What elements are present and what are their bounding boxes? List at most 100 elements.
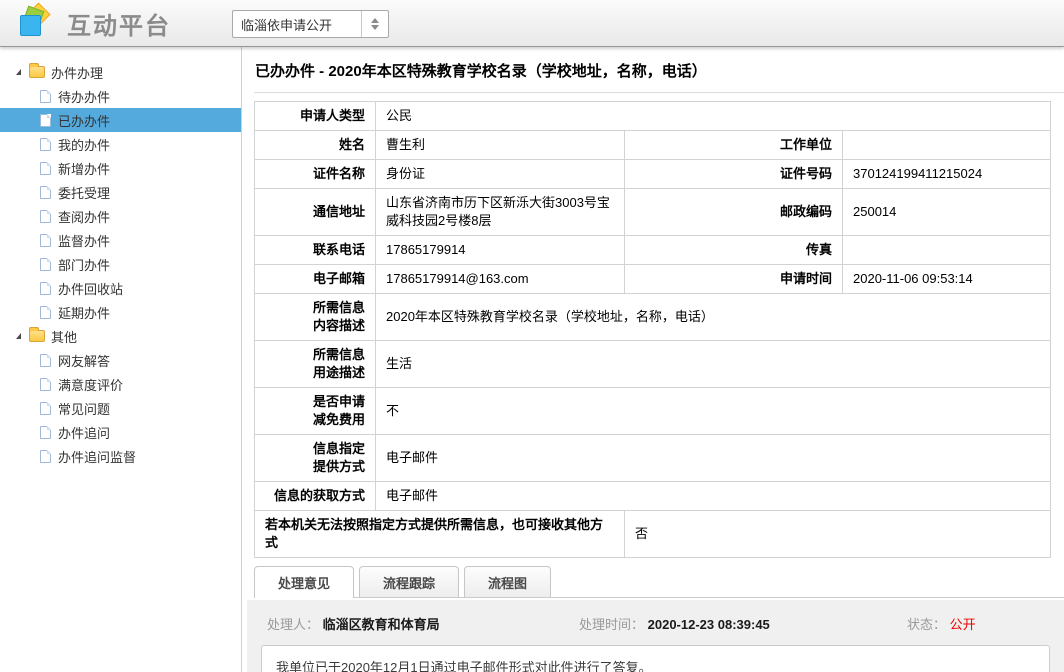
field-label: 是否申请 减免费用 — [255, 388, 376, 435]
platform-logo-icon — [17, 5, 53, 41]
field-value: 17865179914 — [376, 236, 625, 265]
field-value: 生活 — [376, 341, 1051, 388]
field-value: 电子邮件 — [376, 435, 1051, 482]
site-select-dropdown[interactable]: 临淄依申请公开 — [232, 10, 389, 38]
detail-row: 所需信息 内容描述2020年本区特殊教育学校名录（学校地址，名称，电话） — [255, 294, 1051, 341]
field-label: 传真 — [625, 236, 843, 265]
content-area: 办件办理待办办件已办办件我的办件新增办件委托受理查阅办件监督办件部门办件办件回收… — [0, 47, 1064, 672]
site-select-value: 临淄依申请公开 — [233, 15, 361, 34]
field-label: 信息的获取方式 — [255, 482, 376, 511]
document-icon — [40, 234, 51, 247]
field-value: 曹生利 — [376, 131, 625, 160]
detail-row: 是否申请 减免费用不 — [255, 388, 1051, 435]
sidebar-item-0-2[interactable]: 我的办件 — [0, 132, 241, 156]
detail-table: 申请人类型公民姓名曹生利工作单位证件名称身份证证件号码3701241994112… — [254, 101, 1051, 558]
detail-row: 若本机关无法按照指定方式提供所需信息，也可接收其他方式否 — [255, 511, 1051, 558]
sidebar-item-label: 网友解答 — [58, 351, 110, 370]
sidebar-item-label: 办件追问监督 — [58, 447, 136, 466]
sidebar-tree: 办件办理待办办件已办办件我的办件新增办件委托受理查阅办件监督办件部门办件办件回收… — [0, 47, 242, 672]
sidebar-item-0-4[interactable]: 委托受理 — [0, 180, 241, 204]
handle-time-value: 2020-12-23 08:39:45 — [648, 617, 770, 632]
sidebar-item-label: 已办办件 — [58, 111, 110, 130]
field-label: 通信地址 — [255, 189, 376, 236]
sidebar-item-0-5[interactable]: 查阅办件 — [0, 204, 241, 228]
folder-icon — [29, 330, 45, 342]
expand-caret-icon — [16, 69, 21, 75]
status-group: 状态： 公开 — [907, 614, 976, 633]
field-value: 电子邮件 — [376, 482, 1051, 511]
sidebar-item-1-2[interactable]: 常见问题 — [0, 396, 241, 420]
sidebar-item-label: 监督办件 — [58, 231, 110, 250]
status-badge: 公开 — [950, 617, 976, 632]
sidebar-item-0-0[interactable]: 待办办件 — [0, 84, 241, 108]
field-label: 邮政编码 — [625, 189, 843, 236]
document-icon — [40, 162, 51, 175]
field-value: 不 — [376, 388, 1051, 435]
opinion-panel: 处理人： 临淄区教育和体育局 处理时间： 2020-12-23 08:39:45… — [247, 600, 1064, 672]
field-label: 工作单位 — [625, 131, 843, 160]
main-panel: 已办办件 - 2020年本区特殊教育学校名录（学校地址，名称，电话） 申请人类型… — [242, 47, 1064, 672]
sidebar-item-0-8[interactable]: 办件回收站 — [0, 276, 241, 300]
reply-text-box: 我单位已于2020年12月1日通过电子邮件形式对此件进行了答复。 — [261, 645, 1050, 672]
sidebar-item-label: 满意度评价 — [58, 375, 123, 394]
field-value: 公民 — [376, 102, 1051, 131]
detail-row: 通信地址山东省济南市历下区新泺大街3003号宝威科技园2号楼8层邮政编码2500… — [255, 189, 1051, 236]
sidebar-item-1-0[interactable]: 网友解答 — [0, 348, 241, 372]
field-value: 山东省济南市历下区新泺大街3003号宝威科技园2号楼8层 — [376, 189, 625, 236]
detail-row: 联系电话17865179914传真 — [255, 236, 1051, 265]
field-label: 姓名 — [255, 131, 376, 160]
sidebar-item-label: 延期办件 — [58, 303, 110, 322]
sidebar-item-label: 办件追问 — [58, 423, 110, 442]
tab-1[interactable]: 流程跟踪 — [359, 566, 459, 597]
field-value: 250014 — [843, 189, 1051, 236]
field-label: 申请时间 — [625, 265, 843, 294]
field-label: 所需信息 用途描述 — [255, 341, 376, 388]
handler-group: 处理人： 临淄区教育和体育局 — [267, 614, 579, 633]
app-title: 互动平台 — [67, 6, 171, 41]
document-icon — [40, 282, 51, 295]
field-value: 否 — [625, 511, 1051, 558]
field-value — [843, 131, 1051, 160]
page-title: 已办办件 - 2020年本区特殊教育学校名录（学校地址，名称，电话） — [254, 47, 1064, 93]
sidebar-group-label: 其他 — [51, 327, 77, 346]
app-header: 互动平台 临淄依申请公开 — [0, 0, 1064, 47]
tab-2[interactable]: 流程图 — [464, 566, 551, 597]
sidebar-item-1-3[interactable]: 办件追问 — [0, 420, 241, 444]
field-value: 身份证 — [376, 160, 625, 189]
field-value: 2020-11-06 09:53:14 — [843, 265, 1051, 294]
handler-value: 临淄区教育和体育局 — [323, 617, 440, 632]
sidebar-item-0-9[interactable]: 延期办件 — [0, 300, 241, 324]
sidebar-item-label: 新增办件 — [58, 159, 110, 178]
arrow-down-icon — [371, 25, 379, 30]
detail-row: 申请人类型公民 — [255, 102, 1051, 131]
sidebar-item-label: 办件回收站 — [58, 279, 123, 298]
sidebar-item-0-1[interactable]: 已办办件 — [0, 108, 241, 132]
sidebar-group-0[interactable]: 办件办理 — [0, 60, 241, 84]
sidebar-item-0-7[interactable]: 部门办件 — [0, 252, 241, 276]
sidebar-group-1[interactable]: 其他 — [0, 324, 241, 348]
sidebar-item-label: 我的办件 — [58, 135, 110, 154]
arrow-up-icon — [371, 18, 379, 23]
status-label: 状态： — [907, 617, 946, 632]
document-icon — [40, 138, 51, 151]
document-icon — [40, 90, 51, 103]
sidebar-item-1-1[interactable]: 满意度评价 — [0, 372, 241, 396]
field-label: 电子邮箱 — [255, 265, 376, 294]
field-label: 信息指定 提供方式 — [255, 435, 376, 482]
field-value: 17865179914@163.com — [376, 265, 625, 294]
sidebar-item-1-4[interactable]: 办件追问监督 — [0, 444, 241, 468]
sidebar-item-0-3[interactable]: 新增办件 — [0, 156, 241, 180]
field-value — [843, 236, 1051, 265]
document-icon — [40, 258, 51, 271]
field-value: 2020年本区特殊教育学校名录（学校地址，名称，电话） — [376, 294, 1051, 341]
sidebar-item-0-6[interactable]: 监督办件 — [0, 228, 241, 252]
handler-label: 处理人： — [267, 617, 319, 632]
document-icon — [40, 450, 51, 463]
up-down-arrows-icon[interactable] — [361, 11, 388, 37]
tab-0[interactable]: 处理意见 — [254, 566, 354, 598]
document-icon — [40, 426, 51, 439]
detail-row: 信息指定 提供方式电子邮件 — [255, 435, 1051, 482]
sidebar-group-label: 办件办理 — [51, 63, 103, 82]
detail-row: 信息的获取方式电子邮件 — [255, 482, 1051, 511]
handle-time-label: 处理时间： — [579, 617, 644, 632]
